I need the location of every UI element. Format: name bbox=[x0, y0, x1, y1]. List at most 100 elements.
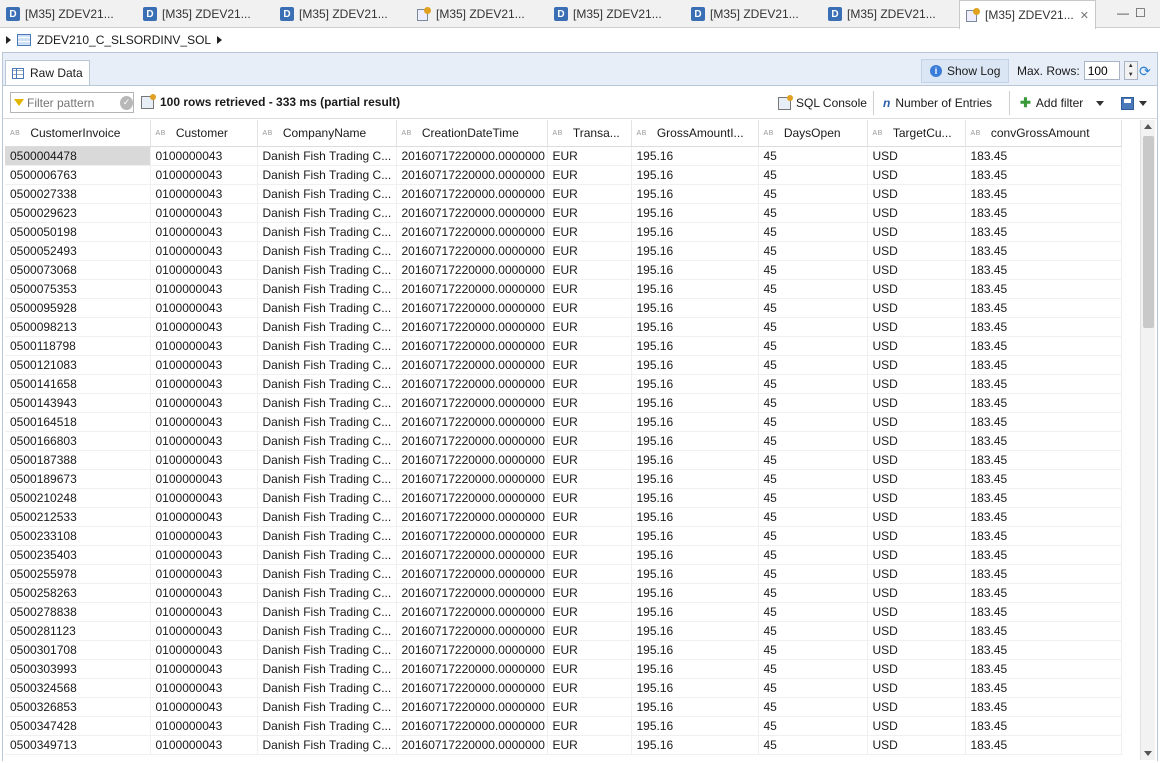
table-row[interactable]: 0500233108 0100000043 Danish Fish Trading … bbox=[5, 526, 1122, 546]
table-cell[interactable]: USD bbox=[867, 260, 966, 280]
table-cell[interactable]: EUR bbox=[547, 507, 632, 527]
table-cell[interactable]: 45 bbox=[758, 317, 868, 337]
table-cell[interactable]: 45 bbox=[758, 412, 868, 432]
table-cell[interactable]: 0100000043 bbox=[150, 336, 258, 356]
table-row[interactable]: 0500166803 0100000043 Danish Fish Trading … bbox=[5, 431, 1122, 451]
table-cell[interactable]: USD bbox=[867, 431, 966, 451]
table-cell[interactable]: 195.16 bbox=[631, 355, 759, 375]
column-header[interactable]: AB DaysOpen bbox=[758, 120, 868, 147]
table-cell[interactable]: 45 bbox=[758, 469, 868, 489]
table-cell[interactable]: 195.16 bbox=[631, 146, 759, 166]
table-cell[interactable]: 195.16 bbox=[631, 526, 759, 546]
table-cell[interactable]: 0100000043 bbox=[150, 716, 258, 736]
table-cell[interactable]: 0100000043 bbox=[150, 279, 258, 299]
table-cell[interactable]: Danish Fish Trading C... bbox=[257, 583, 397, 603]
table-cell[interactable]: EUR bbox=[547, 431, 632, 451]
table-cell[interactable]: 195.16 bbox=[631, 659, 759, 679]
table-cell[interactable]: 20160717220000.0000000 bbox=[396, 184, 548, 204]
table-cell[interactable]: 183.45 bbox=[965, 222, 1122, 242]
table-cell[interactable]: 183.45 bbox=[965, 602, 1122, 622]
table-cell[interactable]: USD bbox=[867, 716, 966, 736]
table-cell[interactable]: 183.45 bbox=[965, 279, 1122, 299]
table-cell[interactable]: 195.16 bbox=[631, 184, 759, 204]
table-cell[interactable]: 183.45 bbox=[965, 697, 1122, 717]
table-cell[interactable]: Danish Fish Trading C... bbox=[257, 507, 397, 527]
table-cell[interactable]: 20160717220000.0000000 bbox=[396, 203, 548, 223]
table-cell[interactable]: 183.45 bbox=[965, 203, 1122, 223]
table-cell[interactable]: 20160717220000.0000000 bbox=[396, 374, 548, 394]
table-cell[interactable]: 195.16 bbox=[631, 678, 759, 698]
table-cell[interactable]: Danish Fish Trading C... bbox=[257, 241, 397, 261]
column-header[interactable]: AB CustomerInvoice bbox=[5, 120, 151, 147]
table-cell[interactable]: 195.16 bbox=[631, 336, 759, 356]
editor-tab[interactable]: [M35] ZDEV21... ✕ bbox=[959, 0, 1096, 29]
table-cell[interactable]: 183.45 bbox=[965, 678, 1122, 698]
table-cell[interactable]: USD bbox=[867, 545, 966, 565]
table-cell[interactable]: 195.16 bbox=[631, 279, 759, 299]
table-cell[interactable]: 20160717220000.0000000 bbox=[396, 298, 548, 318]
table-cell[interactable]: EUR bbox=[547, 564, 632, 584]
table-cell[interactable]: USD bbox=[867, 602, 966, 622]
table-cell[interactable]: 195.16 bbox=[631, 298, 759, 318]
column-header[interactable]: AB convGrossAmount bbox=[965, 120, 1122, 147]
table-cell[interactable]: EUR bbox=[547, 222, 632, 242]
column-header[interactable]: AB Customer bbox=[150, 120, 258, 147]
table-cell[interactable]: USD bbox=[867, 583, 966, 603]
table-cell[interactable]: Danish Fish Trading C... bbox=[257, 621, 397, 641]
table-cell[interactable]: 45 bbox=[758, 697, 868, 717]
table-cell[interactable]: EUR bbox=[547, 298, 632, 318]
editor-tab[interactable]: D [M35] ZDEV21... bbox=[274, 0, 411, 28]
table-cell[interactable]: 183.45 bbox=[965, 260, 1122, 280]
table-row[interactable]: 0500095928 0100000043 Danish Fish Trading … bbox=[5, 298, 1122, 318]
table-cell[interactable]: 20160717220000.0000000 bbox=[396, 279, 548, 299]
table-row[interactable]: 0500143943 0100000043 Danish Fish Trading … bbox=[5, 393, 1122, 413]
table-cell[interactable]: 20160717220000.0000000 bbox=[396, 735, 548, 755]
table-cell[interactable]: Danish Fish Trading C... bbox=[257, 526, 397, 546]
table-cell[interactable]: EUR bbox=[547, 583, 632, 603]
table-cell[interactable]: EUR bbox=[547, 260, 632, 280]
table-cell[interactable]: 183.45 bbox=[965, 298, 1122, 318]
table-cell[interactable]: 195.16 bbox=[631, 488, 759, 508]
table-cell[interactable]: 183.45 bbox=[965, 640, 1122, 660]
table-cell[interactable]: EUR bbox=[547, 279, 632, 299]
table-cell[interactable]: 0500255978 bbox=[5, 564, 151, 584]
show-log-button[interactable]: i Show Log bbox=[921, 59, 1009, 83]
table-row[interactable]: 0500187388 0100000043 Danish Fish Trading … bbox=[5, 450, 1122, 470]
table-cell[interactable]: 183.45 bbox=[965, 184, 1122, 204]
table-cell[interactable]: EUR bbox=[547, 203, 632, 223]
table-cell[interactable]: USD bbox=[867, 279, 966, 299]
table-cell[interactable]: 45 bbox=[758, 602, 868, 622]
table-cell[interactable]: 0100000043 bbox=[150, 583, 258, 603]
table-cell[interactable]: 20160717220000.0000000 bbox=[396, 659, 548, 679]
column-header[interactable]: AB CreationDateTime bbox=[396, 120, 548, 147]
table-cell[interactable]: 45 bbox=[758, 336, 868, 356]
scrollbar-thumb[interactable] bbox=[1143, 136, 1154, 328]
table-cell[interactable]: 183.45 bbox=[965, 317, 1122, 337]
table-cell[interactable]: 183.45 bbox=[965, 450, 1122, 470]
table-row[interactable]: 0500278838 0100000043 Danish Fish Trading … bbox=[5, 602, 1122, 622]
table-cell[interactable]: 183.45 bbox=[965, 621, 1122, 641]
close-tab-icon[interactable]: ✕ bbox=[1080, 9, 1089, 22]
table-cell[interactable]: 0100000043 bbox=[150, 450, 258, 470]
table-cell[interactable]: 20160717220000.0000000 bbox=[396, 393, 548, 413]
table-cell[interactable]: EUR bbox=[547, 374, 632, 394]
table-cell[interactable]: EUR bbox=[547, 469, 632, 489]
table-cell[interactable]: 0500164518 bbox=[5, 412, 151, 432]
table-cell[interactable]: 0100000043 bbox=[150, 260, 258, 280]
table-cell[interactable]: EUR bbox=[547, 184, 632, 204]
table-cell[interactable]: 45 bbox=[758, 450, 868, 470]
table-cell[interactable]: 45 bbox=[758, 564, 868, 584]
table-cell[interactable]: 195.16 bbox=[631, 431, 759, 451]
table-cell[interactable]: Danish Fish Trading C... bbox=[257, 184, 397, 204]
filter-input[interactable] bbox=[27, 95, 117, 110]
table-cell[interactable]: Danish Fish Trading C... bbox=[257, 165, 397, 185]
table-cell[interactable]: 20160717220000.0000000 bbox=[396, 146, 548, 166]
table-cell[interactable]: 45 bbox=[758, 488, 868, 508]
table-cell[interactable]: Danish Fish Trading C... bbox=[257, 317, 397, 337]
table-cell[interactable]: 20160717220000.0000000 bbox=[396, 222, 548, 242]
table-cell[interactable]: USD bbox=[867, 640, 966, 660]
table-cell[interactable]: Danish Fish Trading C... bbox=[257, 146, 397, 166]
table-row[interactable]: 0500326853 0100000043 Danish Fish Trading … bbox=[5, 697, 1122, 717]
table-cell[interactable]: Danish Fish Trading C... bbox=[257, 336, 397, 356]
table-cell[interactable]: 0500326853 bbox=[5, 697, 151, 717]
